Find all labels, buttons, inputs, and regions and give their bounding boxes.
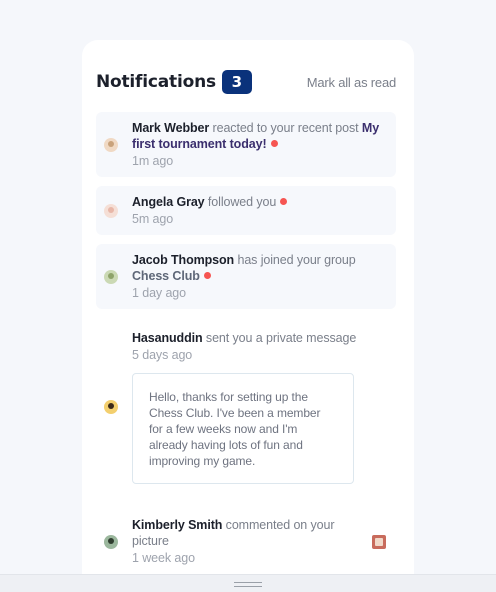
notification-action: sent you a private message: [202, 331, 357, 345]
horizontal-grip-icon[interactable]: [234, 582, 262, 587]
avatar-face-icon: [108, 140, 114, 147]
notification-item[interactable]: Kimberly Smith commented on your picture…: [96, 501, 396, 574]
avatar[interactable]: [104, 400, 118, 414]
notification-action: reacted to your recent post: [209, 121, 362, 135]
notification-body: Kimberly Smith commented on your picture…: [132, 517, 358, 566]
page-title: Notifications: [96, 72, 216, 92]
avatar[interactable]: [104, 203, 118, 218]
notification-item[interactable]: Mark Webber reacted to your recent post …: [96, 112, 396, 177]
commented-picture-thumbnail[interactable]: [372, 534, 386, 549]
avatar[interactable]: [104, 269, 118, 284]
notification-body: Mark Webber reacted to your recent post …: [132, 120, 386, 169]
private-message[interactable]: Hello, thanks for setting up the Chess C…: [132, 373, 354, 484]
avatar-face-icon: [108, 403, 114, 409]
notification-user[interactable]: Jacob Thompson: [132, 253, 234, 267]
notification-time: 1m ago: [132, 154, 174, 168]
notification-time: 1 day ago: [132, 286, 187, 300]
notification-item[interactable]: Hasanuddin sent you a private message 5 …: [96, 318, 396, 492]
notifications-card: Notifications 3 Mark all as read Mark We…: [82, 40, 414, 592]
avatar-face-icon: [108, 272, 114, 279]
notification-action: has joined your group: [234, 253, 356, 267]
mark-all-read-button[interactable]: Mark all as read: [307, 75, 396, 90]
unread-dot-icon: [280, 198, 288, 205]
bottom-resize-bar: [0, 574, 496, 592]
notification-user[interactable]: Angela Gray: [132, 195, 205, 209]
notification-action: followed you: [204, 195, 277, 209]
notification-body: Angela Gray followed you 5m ago: [132, 194, 386, 227]
notification-user[interactable]: Kimberly Smith: [132, 518, 222, 532]
avatar-face-icon: [108, 206, 114, 213]
notification-item[interactable]: Jacob Thompson has joined your group Che…: [96, 244, 396, 309]
header-title-group: Notifications 3: [96, 70, 252, 94]
notifications-header: Notifications 3 Mark all as read: [96, 68, 396, 96]
avatar-face-icon: [108, 537, 114, 544]
avatar[interactable]: [104, 137, 118, 152]
unread-dot-icon: [203, 272, 211, 279]
avatar[interactable]: [104, 534, 118, 549]
notification-user[interactable]: Mark Webber: [132, 121, 209, 135]
notification-body: Jacob Thompson has joined your group Che…: [132, 252, 386, 301]
notification-target[interactable]: Chess Club: [132, 269, 200, 283]
notification-time: 5m ago: [132, 212, 174, 226]
notification-body: Hasanuddin sent you a private message 5 …: [132, 330, 386, 484]
notification-user[interactable]: Hasanuddin: [132, 331, 203, 345]
notification-time: 1 week ago: [132, 551, 195, 565]
notification-item[interactable]: Angela Gray followed you 5m ago: [96, 186, 396, 235]
unread-dot-icon: [270, 140, 278, 147]
notification-time: 5 days ago: [132, 348, 193, 362]
unread-count-badge: 3: [221, 70, 252, 94]
